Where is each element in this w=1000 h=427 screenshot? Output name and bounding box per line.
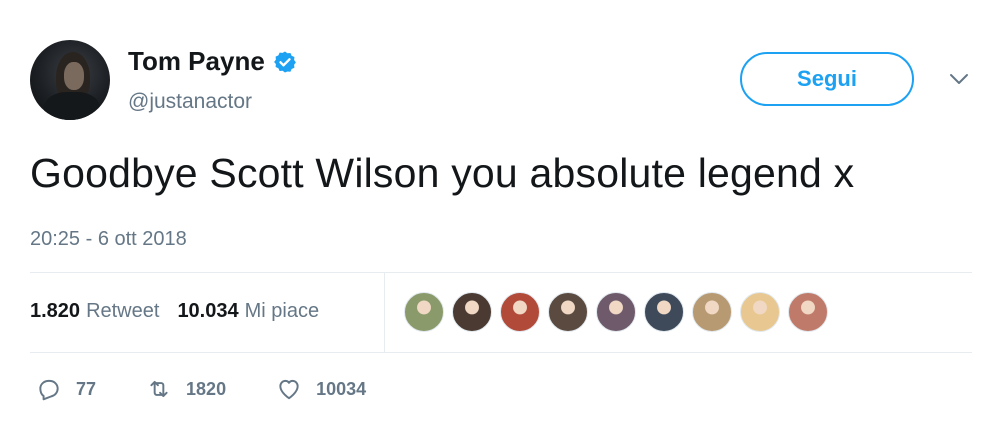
retweets-stat[interactable]: 1.820 Retweet bbox=[30, 300, 159, 323]
avatar[interactable] bbox=[30, 40, 110, 120]
liker-avatar[interactable] bbox=[740, 292, 780, 332]
liker-avatar[interactable] bbox=[500, 292, 540, 332]
heart-icon bbox=[279, 379, 299, 400]
retweet-icon bbox=[150, 380, 168, 398]
user-name-row: Tom Payne bbox=[128, 46, 297, 77]
liker-avatar[interactable] bbox=[548, 292, 588, 332]
chevron-down-icon[interactable] bbox=[948, 72, 970, 86]
reply-count: 77 bbox=[76, 378, 97, 399]
tweet-timestamp[interactable]: 20:25 - 6 ott 2018 bbox=[30, 228, 187, 251]
retweets-label: Retweet bbox=[86, 300, 160, 322]
likes-label: Mi piace bbox=[244, 300, 320, 322]
divider-vertical bbox=[384, 272, 385, 352]
avatar-body bbox=[44, 92, 100, 120]
divider-bottom bbox=[30, 352, 972, 353]
likes-stat[interactable]: 10.034 Mi piace bbox=[177, 300, 319, 323]
liker-avatar[interactable] bbox=[692, 292, 732, 332]
liker-avatar[interactable] bbox=[788, 292, 828, 332]
tweet-actions: 77 1820 10034 bbox=[36, 376, 416, 402]
liker-avatar[interactable] bbox=[596, 292, 636, 332]
liker-avatar[interactable] bbox=[452, 292, 492, 332]
like-action[interactable]: 10034 bbox=[276, 376, 366, 402]
user-handle[interactable]: @justanactor bbox=[128, 90, 252, 114]
like-count: 10034 bbox=[316, 378, 367, 399]
retweet-action[interactable]: 1820 bbox=[146, 376, 226, 402]
reply-action[interactable]: 77 bbox=[36, 376, 96, 402]
verified-badge-icon bbox=[273, 51, 296, 72]
engagement-stats: 1.820 Retweet 10.034 Mi piace bbox=[30, 300, 319, 323]
liker-avatar[interactable] bbox=[644, 292, 684, 332]
retweet-count: 1820 bbox=[186, 378, 227, 399]
liker-avatars bbox=[404, 292, 836, 332]
retweets-count: 1.820 bbox=[30, 300, 81, 322]
user-name[interactable]: Tom Payne bbox=[128, 46, 265, 77]
follow-button[interactable]: Segui bbox=[740, 52, 914, 106]
tweet-text: Goodbye Scott Wilson you absolute legend… bbox=[30, 150, 855, 196]
divider-top bbox=[30, 272, 972, 273]
avatar-face bbox=[64, 62, 84, 90]
liker-avatar[interactable] bbox=[404, 292, 444, 332]
likes-count: 10.034 bbox=[177, 300, 239, 322]
reply-icon bbox=[39, 379, 59, 401]
